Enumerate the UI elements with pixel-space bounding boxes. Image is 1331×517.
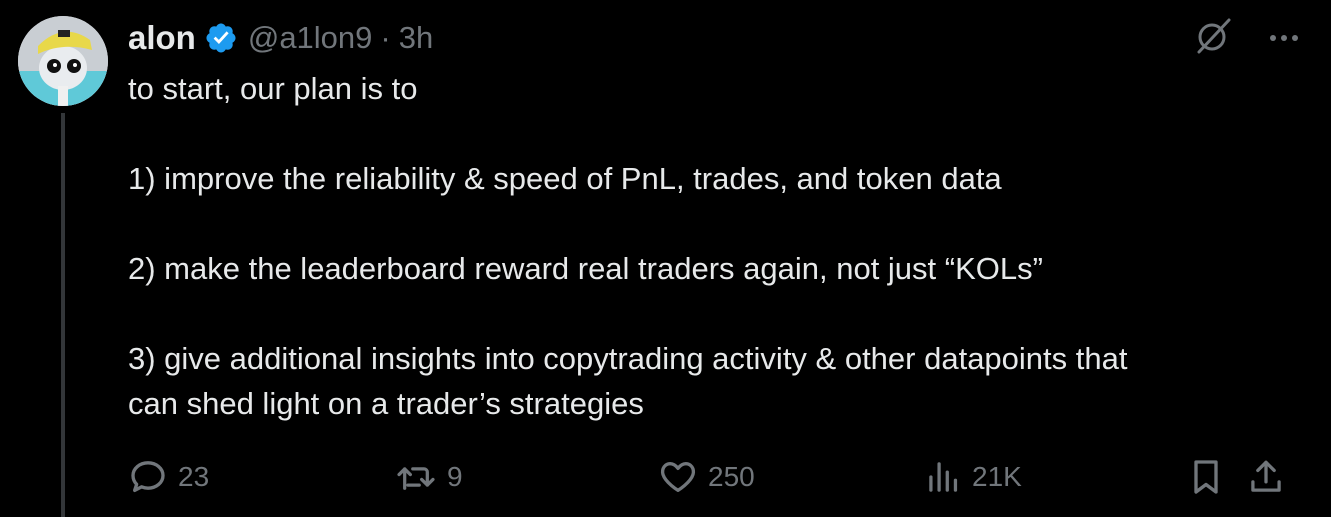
tweet-text-spacer [128, 111, 1298, 156]
avatar-image [18, 16, 108, 106]
avatar[interactable] [18, 16, 108, 106]
tweet-text-line: to start, our plan is to [128, 71, 418, 106]
heart-icon [660, 462, 696, 492]
reply-count: 23 [178, 461, 210, 492]
views-chart-icon [929, 462, 958, 492]
like-button[interactable]: 250 [658, 452, 755, 502]
thread-connector-line [61, 113, 65, 517]
tweet-text-line: 2) make the leaderboard reward real trad… [128, 251, 1043, 286]
share-icon [1251, 460, 1281, 492]
reply-icon [131, 461, 165, 492]
grok-slash-icon[interactable] [1193, 16, 1233, 61]
tweet-text-line: 1) improve the reliability & speed of Pn… [128, 161, 1002, 196]
header-separator: · [380, 20, 391, 55]
tweet-text-spacer [128, 201, 1298, 246]
reply-button[interactable]: 23 [128, 452, 209, 502]
tweet-timestamp[interactable]: 3h [399, 20, 433, 56]
tweet-text-spacer [128, 291, 1298, 336]
top-actions [1193, 16, 1299, 61]
repost-count: 9 [447, 461, 463, 492]
author-display-name[interactable]: alon [128, 19, 196, 57]
tweet-action-bar: 23 9 250 21K [128, 452, 1298, 502]
views-count: 21K [972, 461, 1022, 492]
views-button[interactable]: 21K [926, 452, 1022, 502]
bookmark-button[interactable] [1188, 452, 1224, 502]
tweet[interactable]: alon @a1lon9 · 3h to start, our plan is … [0, 0, 1331, 517]
more-dots-icon[interactable] [1269, 30, 1299, 48]
tweet-text-line: can shed light on a trader’s strategies [128, 386, 644, 421]
tweet-text-line: 3) give additional insights into copytra… [128, 341, 1128, 376]
repost-icon [397, 467, 435, 490]
bookmark-icon [1194, 460, 1218, 494]
author-handle[interactable]: @a1lon9 [248, 20, 373, 56]
verified-badge-icon [204, 21, 238, 55]
share-button[interactable] [1248, 452, 1284, 502]
like-count: 250 [708, 461, 755, 492]
repost-button[interactable]: 9 [395, 452, 463, 502]
tweet-header: alon @a1lon9 · 3h [128, 16, 433, 60]
tweet-text: to start, our plan is to 1) improve the … [128, 66, 1298, 426]
